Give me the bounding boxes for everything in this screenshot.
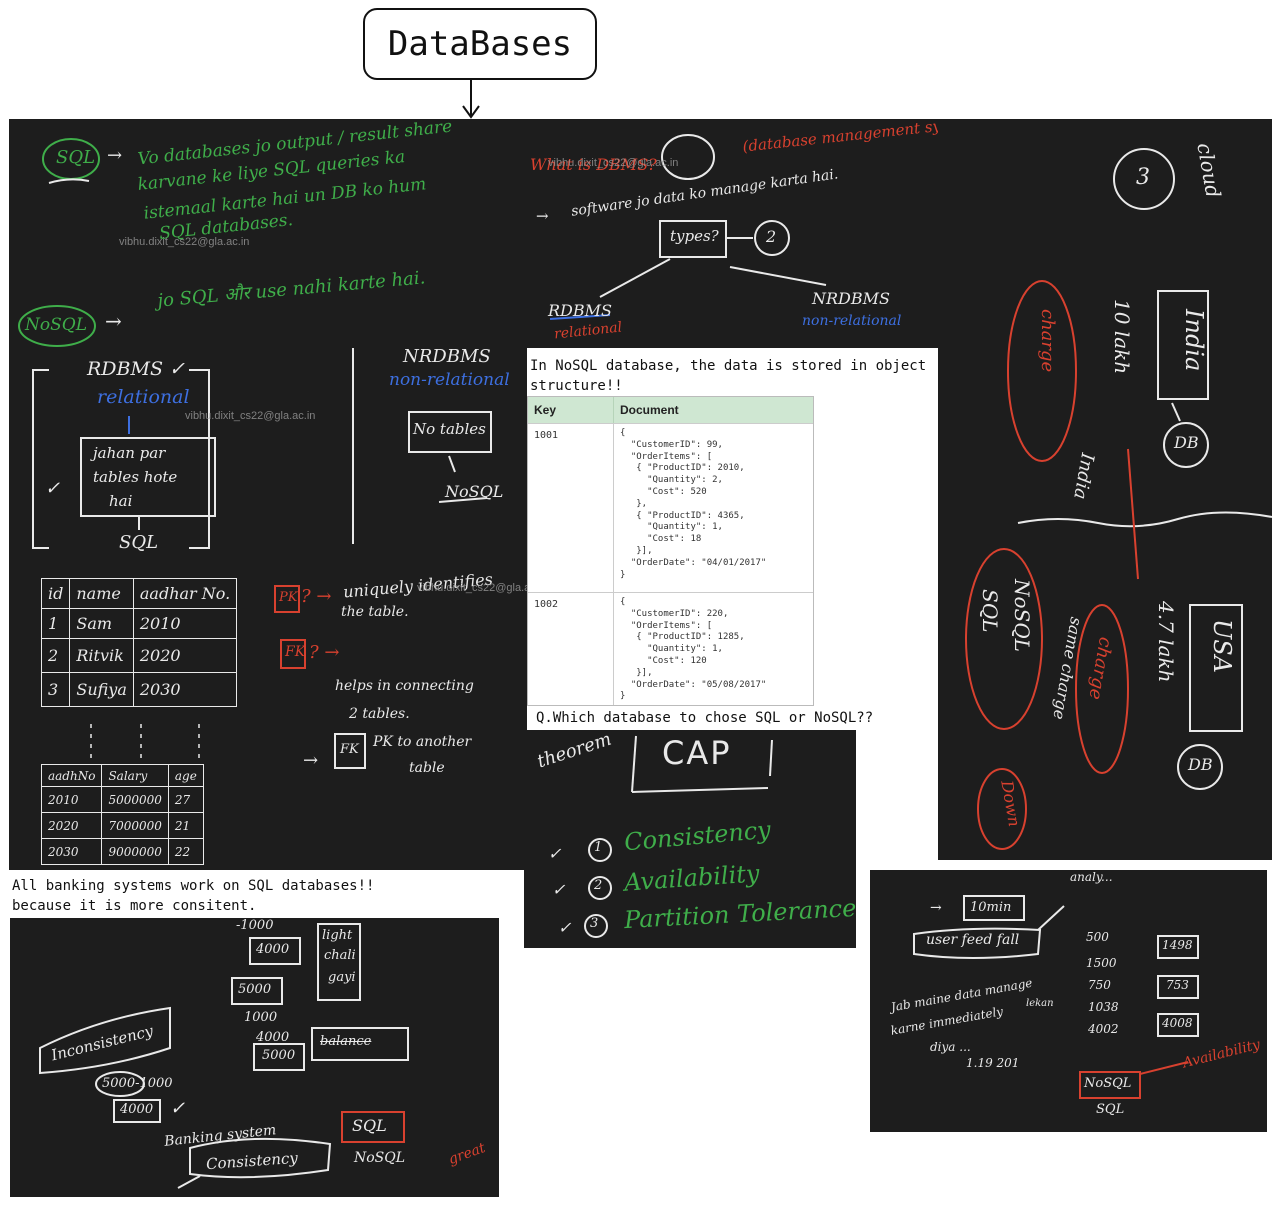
bank-4000-top: 4000 [256,942,290,957]
panel-keys: id name aadhar No. 1 Sam 2010 2 Ritvik 2020 … [9,562,527,870]
check-icon: ✓ [45,478,61,499]
jahan-line3: hai [109,492,133,510]
bank-minus-1000: -1000 [236,918,274,933]
bank-1000: 1000 [244,1010,278,1025]
pair-left: 1500 [1086,956,1117,970]
rdbms-sql: SQL [119,532,159,553]
usa-label: USA [1208,619,1236,673]
cloud-nosql: NoSQL [1010,579,1034,652]
pair-left: 4002 [1088,1022,1119,1036]
nrdbms-label: NRDBMS [812,289,890,308]
bank-4000-low: 4000 [120,1102,154,1117]
cloud-num: 3 [1136,165,1150,190]
row-document: { "CustomerID": 99, "OrderItems": [ { "P… [620,428,767,580]
row-key: 1001 [528,424,614,592]
pair-right: 4008 [1162,1016,1193,1030]
nosql-label: NoSQL [25,315,87,335]
rdbms-heading: RDBMS ✓ [87,358,185,380]
avail-line4: diya ... [930,1040,971,1054]
watermark: vibhu.dixit_cs22@gla.ac.in [185,410,316,422]
panel-cap: theorem CAP ✓ 1 Consistency ✓ 2 Availabi… [524,730,856,948]
bank-5000-low: 5000 [262,1048,296,1063]
types-label: types? [670,227,719,245]
cloud-sql: SQL [978,589,1002,633]
no-tables-label: No tables [413,420,486,438]
avail-nosql: NoSQL [1084,1076,1132,1091]
question-note: Q.Which database to chose SQL or NoSQL?? [536,710,874,726]
banking-note-line1: All banking systems work on SQL database… [12,878,375,894]
relational-label: relational [97,386,190,408]
bank-4000-mid: 4000 [256,1030,290,1045]
panel-cloud: cloud 3 India 10 lakh charge DB India US… [938,119,1272,860]
sql-label: SQL [56,147,96,168]
watermark: vibhu.dixit_cs22@gla.ac.in [548,157,679,169]
bank-balance: balance [320,1034,372,1049]
fk-desc-3: PK to another [373,734,472,750]
panel-dbms: What is DBMS? vibhu.dixit_cs22@gla.ac.in… [510,119,938,348]
avail-line5: 1.19 201 [966,1056,1020,1070]
banking-note: All banking systems work on SQL database… [12,876,492,916]
document-table: Key Document 1001 { "CustomerID": 99, "O… [527,396,814,706]
banking-note-line2: because it is more consitent. [12,898,257,914]
panel-sql-nosql: SQL → Vo databases jo output / result sh… [9,119,514,348]
bank-sql: SQL [352,1116,387,1135]
user-feed-fall: user feed fall [926,932,1020,948]
lakh-right: 4.7 lakh [1154,601,1178,683]
types-count: 2 [766,227,777,246]
panel-rdbms: RDBMS ✓ relational vibhu.dixit_cs22@gla.… [9,348,527,562]
nrdbms-heading: NRDBMS [403,348,491,367]
table-row: 1001 { "CustomerID": 99, "OrderItems": [… [528,423,813,592]
avail-sql: SQL [1096,1102,1125,1117]
pk-desc-2: the table. [341,604,409,620]
db-label-1: DB [1174,433,1199,452]
cap-label: CAP [662,734,732,772]
key-column-header: Key [528,397,614,423]
nosql-note: In NoSQL database, the data is stored in… [530,356,930,396]
analytics-label: analy... [1070,870,1113,884]
table-row: 1002 { "CustomerID": 220, "OrderItems": … [528,592,813,705]
pair-left: 750 [1088,978,1111,992]
row-key: 1002 [528,593,614,705]
pk-label: PK [279,590,298,605]
fk-box-label: FK [340,742,359,757]
avail-line3: lekan [1026,998,1054,1009]
title-arrow [462,80,480,119]
pair-left: 1038 [1088,1000,1119,1014]
lakh-left: 10 lakh [1110,299,1134,375]
panel-availability: → 10min user feed fall analy... Jab main… [870,870,1267,1132]
bank-light: light [322,928,353,943]
pair-right: 1498 [1162,938,1193,952]
fk-desc-1: helps in connecting [335,678,474,694]
nrdbms-sub: non-relational [802,313,902,329]
panel-banking: -1000 4000 light chali gayi 5000 1000 40… [10,918,499,1197]
document-column-header: Document [620,403,679,417]
pair-right: 753 [1166,978,1189,992]
nrdbms-nosql: NoSQL [445,482,504,501]
ten-min: 10min [970,900,1012,915]
cap-num-1: 1 [594,840,603,855]
charge-label: charge [1037,309,1058,373]
document-table-header: Key Document [528,397,813,423]
cap-num-3: 3 [590,916,599,931]
row-document: { "CustomerID": 220, "OrderItems": [ { "… [620,597,767,702]
bank-calc: 5000-1000 [102,1076,173,1091]
non-relational-label: non-relational [389,370,510,390]
rdbms-label: RDBMS [548,301,612,320]
bank-5000: 5000 [238,982,272,997]
bank-nosql: NoSQL [354,1150,406,1166]
fk-desc-2: 2 tables. [349,706,410,722]
watermark: vibhu.dixit_cs22@gla.ac.in [119,236,250,248]
bank-gayi: gayi [328,970,356,985]
bank-chali: chali [324,948,356,963]
watermark: vibhu.dixit_cs22@gla.ac.in [417,582,527,594]
cap-num-2: 2 [594,878,603,893]
jahan-line1: jahan par [93,444,166,462]
india-label: India [1180,309,1208,372]
fk-label: FK [285,644,306,660]
db-label-2: DB [1188,755,1213,774]
pair-left: 500 [1086,930,1109,944]
fk-desc-4: table [409,760,445,776]
jahan-line2: tables hote [93,468,178,486]
